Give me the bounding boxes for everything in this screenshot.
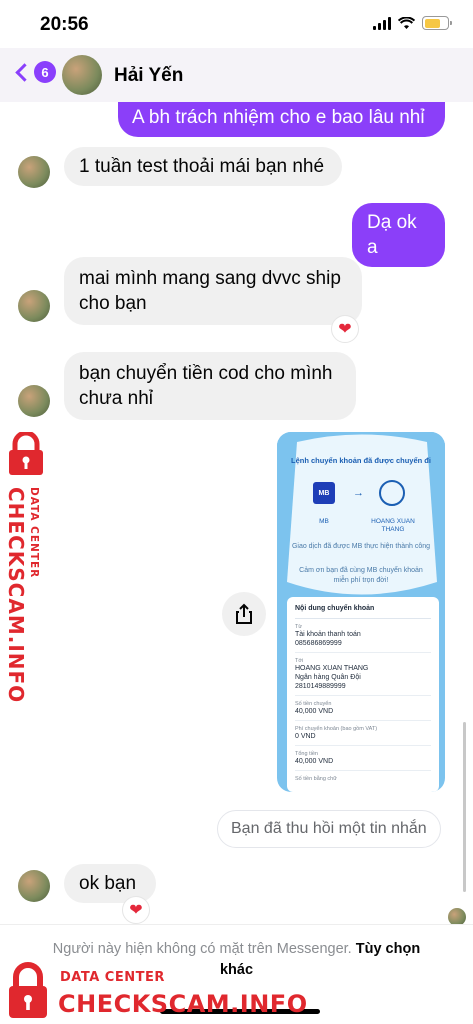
status-time: 20:56 — [40, 14, 89, 35]
watermark-vertical: CHECKSCAM.INFO DATA CENTER — [0, 432, 56, 703]
footer-notice-text: Người này hiện không có mặt trên Messeng… — [52, 941, 352, 957]
chat-header: 6 Hải Yến — [0, 48, 473, 102]
heart-reaction-icon[interactable]: ❤ — [122, 896, 150, 924]
message-outgoing[interactable]: Dạ ok a — [352, 203, 445, 267]
scrollbar[interactable] — [463, 722, 466, 892]
seen-indicator-avatar — [448, 908, 466, 924]
watermark-label: DATA CENTER — [60, 970, 165, 985]
receipt-row-key: Số tiền bằng chữ — [295, 776, 337, 782]
message-incoming[interactable]: bạn chuyển tiền cod cho mình chưa nhỉ — [64, 352, 356, 420]
share-icon — [236, 603, 252, 624]
status-icons — [373, 16, 452, 30]
contact-avatar[interactable] — [62, 55, 102, 95]
recalled-message-notice: Bạn đã thu hồi một tin nhắn — [217, 810, 441, 848]
receipt-from-label: MB — [319, 518, 329, 525]
receipt-title: Lệnh chuyển khoản đã được chuyển đi — [291, 456, 431, 465]
transfer-receipt-image[interactable]: Lệnh chuyển khoản đã được chuyển đi MB →… — [277, 432, 445, 792]
watermark-brand: CHECKSCAM.INFO — [4, 487, 28, 704]
receipt-card-title: Nội dung chuyển khoản — [295, 605, 431, 619]
receipt-row-value: 0 VND — [295, 733, 316, 740]
signal-icon — [373, 16, 391, 30]
receipt-to-label: HOANG XUAN THANG — [371, 518, 415, 533]
sender-avatar[interactable] — [18, 156, 50, 188]
watermark-bottom: DATA CENTER CHECKSCAM.INFO — [0, 960, 307, 1024]
receipt-details-card: Nội dung chuyển khoản Từ Tài khoản thanh… — [287, 597, 439, 792]
arrow-right-icon: → — [353, 487, 364, 499]
receipt-success-message: Giao dịch đã được MB thực hiện thành côn… — [291, 543, 431, 550]
sender-avatar[interactable] — [18, 290, 50, 322]
wifi-icon — [398, 16, 415, 29]
battery-icon — [422, 16, 452, 30]
receipt-row-value: 40,000 VND — [295, 758, 334, 765]
receipt-row: Số tiền bằng chữ — [295, 771, 431, 786]
unread-count-badge: 6 — [34, 61, 56, 83]
receipt-row: Số tiền chuyển 40,000 VND — [295, 696, 431, 721]
heart-reaction-icon[interactable]: ❤ — [331, 315, 359, 343]
share-button[interactable] — [222, 592, 266, 636]
lock-icon — [9, 432, 43, 475]
message-list[interactable]: A bh trách nhiệm cho e bao lâu nhỉ 1 tuầ… — [0, 102, 473, 924]
chevron-left-icon — [15, 62, 34, 82]
sender-avatar[interactable] — [18, 385, 50, 417]
receipt-row: Phí chuyển khoản (bao gồm VAT) 0 VND — [295, 721, 431, 746]
receipt-thanks-message: Cảm ơn bạn đã cùng MB chuyển khoản miễn … — [299, 567, 423, 584]
receipt-row-value: Tài khoản thanh toán 085686869999 — [295, 631, 361, 647]
back-button[interactable]: 6 — [12, 61, 56, 83]
receipt-row: Từ Tài khoản thanh toán 085686869999 — [295, 619, 431, 653]
message-incoming[interactable]: 1 tuần test thoải mái bạn nhé — [64, 147, 342, 186]
watermark-brand: CHECKSCAM.INFO — [58, 990, 308, 1018]
mb-bank-logo: MB — [313, 482, 335, 504]
message-incoming[interactable]: mai mình mang sang dvvc ship cho bạn — [64, 257, 362, 325]
watermark-label: DATA CENTER — [28, 487, 40, 579]
receipt-row: Tổng tiền 40,000 VND — [295, 746, 431, 771]
receipt-row: Tới HOANG XUAN THANG Ngân hàng Quân Đội … — [295, 653, 431, 696]
receipt-row-value: HOANG XUAN THANG Ngân hàng Quân Đội 2810… — [295, 665, 369, 690]
contact-name[interactable]: Hải Yến — [114, 65, 183, 87]
receipt-row-value: 40,000 VND — [295, 708, 334, 715]
lock-icon — [9, 962, 47, 1018]
message-outgoing[interactable]: A bh trách nhiệm cho e bao lâu nhỉ — [118, 102, 445, 137]
sender-avatar[interactable] — [18, 870, 50, 902]
status-bar: 20:56 — [0, 0, 473, 48]
user-icon — [379, 480, 405, 506]
